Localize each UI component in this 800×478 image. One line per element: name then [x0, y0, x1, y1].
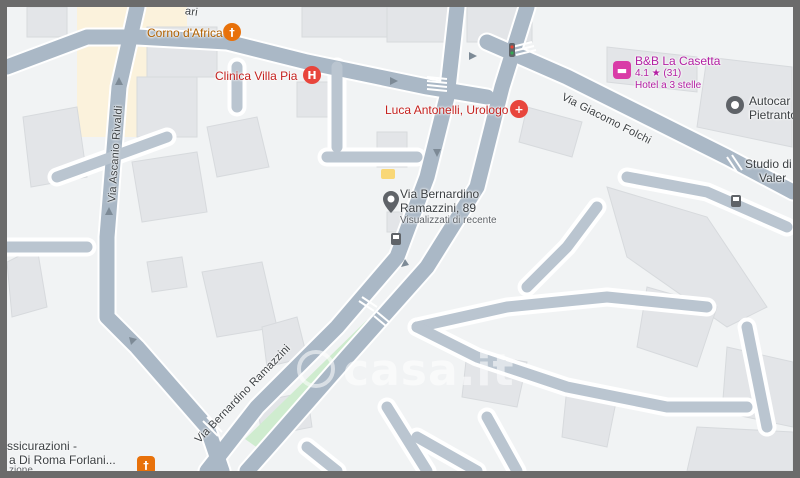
- poi-luca-antonelli[interactable]: Luca Antonelli, Urologo: [385, 103, 508, 117]
- watermark-logo-icon: [297, 350, 335, 388]
- selected-place-line2[interactable]: Ramazzini, 89: [400, 201, 476, 215]
- hospital-icon[interactable]: H: [303, 66, 321, 84]
- poi-autocar-line2: Pietranto: [749, 108, 793, 122]
- poi-studio[interactable]: Studio di A: [745, 157, 793, 171]
- street-label-top: ari: [184, 7, 199, 19]
- poi-autocar[interactable]: Autocar: [749, 94, 790, 108]
- selected-place-subtitle: Visualizzati di recente: [400, 215, 497, 226]
- poi-category: Hotel a 3 stelle: [635, 80, 702, 91]
- traffic-light-icon: [509, 43, 515, 57]
- parking-marker: [381, 169, 395, 179]
- poi-studio-line2: Valer: [759, 171, 787, 185]
- bus-stop-icon[interactable]: [391, 233, 401, 245]
- watermark: casa.it: [343, 345, 515, 396]
- map-frame[interactable]: † H + ▬ † Corno d'Africa Clinica Villa P…: [7, 7, 793, 471]
- hotel-icon[interactable]: ▬: [613, 61, 631, 79]
- restaurant-icon[interactable]: †: [223, 23, 241, 41]
- medical-icon[interactable]: +: [510, 100, 528, 118]
- poi-assicurazioni[interactable]: ssicurazioni -: [7, 439, 77, 453]
- poi-clinica-villa-pia[interactable]: Clinica Villa Pia: [215, 69, 297, 83]
- poi-corno-africa[interactable]: Corno d'Africa: [147, 26, 223, 40]
- recent-place-icon[interactable]: [383, 191, 399, 213]
- poi-rating: 4.1 ★ (31): [635, 68, 682, 79]
- poi-bb-la-casetta[interactable]: B&B La Casetta: [635, 54, 720, 68]
- bus-stop-icon[interactable]: [731, 195, 741, 207]
- selected-place-line1[interactable]: Via Bernardino: [400, 187, 479, 201]
- poi-assicurazioni-line3: zione: [9, 465, 33, 471]
- place-icon[interactable]: [726, 96, 744, 114]
- restaurant-icon[interactable]: †: [137, 456, 155, 471]
